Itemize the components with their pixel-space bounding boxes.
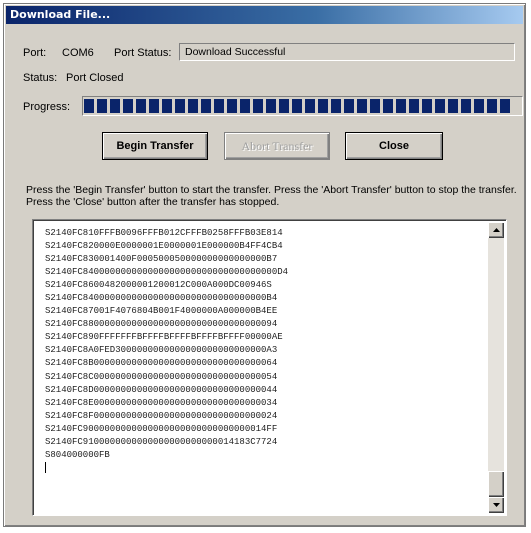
progress-block [279,99,289,113]
progress-bar [82,96,523,116]
log-line: S2140FC810FFFB0096FFFB012CFFFB0258FFFB03… [45,228,283,238]
log-line: S2140FC9100000000000000000000000014183C7… [45,436,278,447]
progress-block [292,99,302,113]
progress-block [162,99,172,113]
progress-block [201,99,211,113]
progress-block [84,99,94,113]
progress-block [474,99,484,113]
abort-transfer-button[interactable]: Abort Transfer [224,132,330,160]
log-line: S2140FC880000000000000000000000000000000… [45,319,278,330]
progress-block [305,99,315,113]
status-label: Status: [23,72,58,84]
progress-block [214,99,224,113]
progress-block [266,99,276,113]
text-caret-row [45,461,482,475]
log-line: S2140FC8C0000000000000000000000000000000… [45,371,278,382]
log-line: S2140FC840000000000000000000000000000000… [45,267,289,278]
progress-block [344,99,354,113]
progress-block [370,99,380,113]
progress-block [149,99,159,113]
port-label: Port: [23,47,47,59]
log-line: S2140FC8A0FED300000000000000000000000000… [45,345,278,356]
progress-block [383,99,393,113]
text-caret [45,461,46,473]
scroll-thumb[interactable] [488,471,504,497]
log-line: S2140FC900000000000000000000000000000001… [45,423,278,434]
log-line: S2140FC87001F4076804B001F4000000A000000B… [45,306,278,317]
scroll-down-button[interactable] [488,497,504,513]
log-line: S2140FC830001400F00050005000000000000000… [45,254,278,265]
arrow-down-icon [492,503,500,507]
instructions-text: Press the 'Begin Transfer' button to sta… [26,184,517,208]
progress-block [110,99,120,113]
progress-block [409,99,419,113]
vertical-scrollbar[interactable] [488,222,504,513]
progress-block [448,99,458,113]
log-line: S804000000FB [45,449,110,460]
progress-label: Progress: [23,101,71,113]
progress-block [175,99,185,113]
progress-block [123,99,133,113]
scroll-up-button[interactable] [488,222,504,238]
port-status-field: Download Successful [179,43,515,61]
status-value: Port Closed [66,72,124,84]
progress-block [97,99,107,113]
log-line: S2140FC8D0000000000000000000000000000000… [45,384,278,395]
progress-block [422,99,432,113]
progress-block [331,99,341,113]
download-dialog: Download File... Port: COM6 Port Status:… [3,3,526,527]
progress-block [188,99,198,113]
log-line: S2140FC8F0000000000000000000000000000000… [45,410,278,421]
log-textarea[interactable]: S2140FC810FFFB0096FFFB012CFFFB0258FFFB03… [32,219,507,516]
log-line: S2140FC890FFFFFFFBFFFFBFFFFBFFFFBFFFF000… [45,332,283,343]
progress-block [136,99,146,113]
port-value: COM6 [62,47,94,59]
log-line: S2140FC8B0000000000000000000000000000000… [45,358,278,369]
progress-block [396,99,406,113]
log-line: S2140FC8600482000001200012C000A000DC0094… [45,280,272,291]
progress-block [487,99,497,113]
log-line: S2140FC820000E0000001E0000001E000000B4FF… [45,241,283,252]
progress-block [357,99,367,113]
log-line: S2140FC8E0000000000000000000000000000000… [45,397,278,408]
progress-block [500,99,510,113]
log-lines: S2140FC810FFFB0096FFFB012CFFFB0258FFFB03… [45,227,482,475]
progress-block [461,99,471,113]
progress-block [318,99,328,113]
progress-block [227,99,237,113]
window-title: Download File... [6,6,523,24]
arrow-up-icon [492,228,500,232]
log-line: S2140FC840000000000000000000000000000000… [45,293,278,304]
progress-block [240,99,250,113]
progress-block [253,99,263,113]
port-status-label: Port Status: [114,47,172,59]
progress-block [435,99,445,113]
begin-transfer-button[interactable]: Begin Transfer [102,132,208,160]
close-button[interactable]: Close [345,132,443,160]
